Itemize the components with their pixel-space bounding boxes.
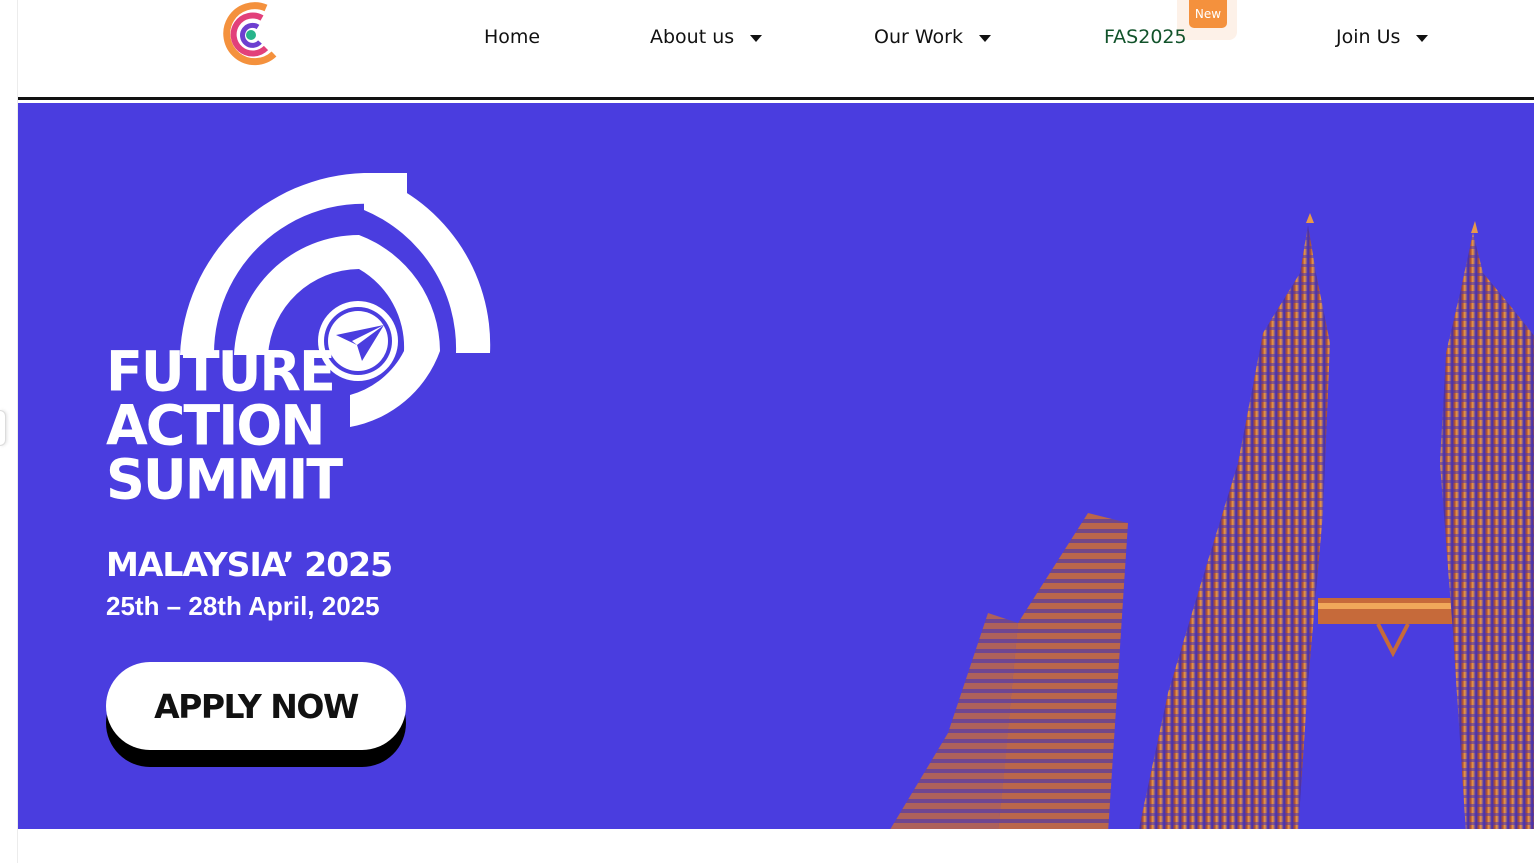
caret-down-icon — [1416, 34, 1429, 42]
nav-fas-label: FAS2025 — [1104, 26, 1187, 48]
nav-join-label: Join Us — [1336, 26, 1401, 48]
nav-work-label: Our Work — [874, 26, 963, 48]
petronas-towers-image — [890, 213, 1534, 829]
nav-fas2025[interactable]: FAS2025 — [1104, 24, 1187, 50]
nav-our-work[interactable]: Our Work — [874, 24, 991, 50]
nav-join-us[interactable]: Join Us — [1336, 24, 1429, 50]
new-badge: New — [1189, 0, 1227, 28]
page-bottom — [18, 829, 1534, 863]
nav-about-us[interactable]: About us — [650, 24, 763, 50]
caret-down-icon — [978, 34, 991, 42]
nav-home-label: Home — [484, 26, 541, 48]
nav-about-label: About us — [650, 26, 735, 48]
caret-down-icon — [750, 34, 763, 42]
hero-banner: FUTURE ACTION SUMMIT MALAYSIA’ 2025 25th… — [18, 103, 1534, 829]
event-location: MALAYSIA’ 2025 — [106, 545, 393, 584]
site-header: Home About us Our Work New FAS2025 Join … — [18, 0, 1534, 100]
site-logo-icon[interactable] — [218, 0, 282, 70]
hero-title-line-2: ACTION — [106, 393, 325, 458]
event-dates: 25th – 28th April, 2025 — [106, 591, 380, 621]
nav-home[interactable]: Home — [484, 24, 540, 50]
hero-title-line-3: SUMMIT — [106, 447, 343, 512]
page: Home About us Our Work New FAS2025 Join … — [0, 0, 1534, 863]
side-panel-handle[interactable] — [0, 410, 6, 446]
apply-now-button[interactable]: APPLY NOW — [106, 662, 406, 750]
hero-title-line-1: FUTURE — [106, 339, 336, 404]
